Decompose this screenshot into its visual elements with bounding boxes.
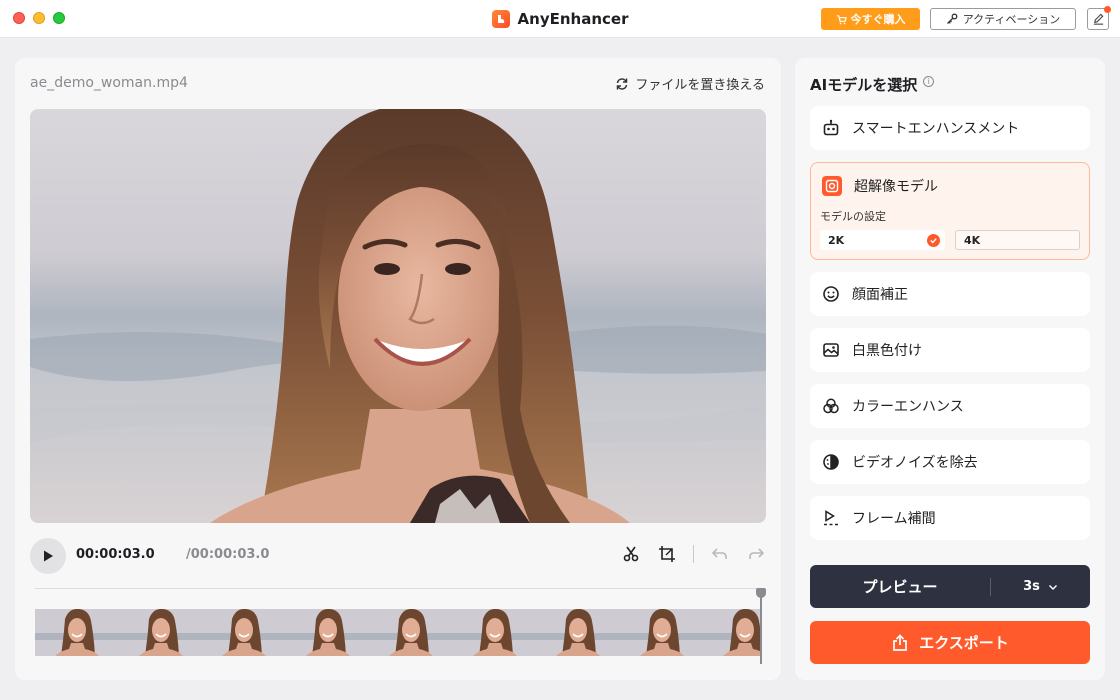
refresh-icon — [617, 77, 628, 90]
frame-interpolation-icon — [822, 509, 840, 527]
undo-icon[interactable] — [710, 544, 730, 564]
replace-file-label: ファイルを置き換える — [635, 78, 765, 93]
model-label: フレーム補間 — [852, 511, 936, 527]
current-time: 00:00:03.0 — [76, 547, 155, 562]
model-smart-enhance[interactable]: スマートエンハンスメント — [810, 106, 1090, 150]
robot-icon — [822, 119, 840, 137]
model-frame-interpolation[interactable]: フレーム補間 — [810, 496, 1090, 540]
crop-icon[interactable] — [657, 544, 677, 564]
app-title-text: AnyEnhancer — [517, 10, 629, 28]
model-super-resolution[interactable]: 超解像モデル モデルの設定 2K 4K — [810, 162, 1090, 260]
filmstrip-frame — [118, 609, 202, 656]
redo-icon[interactable] — [746, 544, 766, 564]
filmstrip-frame — [35, 609, 119, 656]
resolution-option-4k[interactable]: 4K — [955, 230, 1080, 250]
chevron-down-icon — [1048, 584, 1057, 590]
app-logo-icon — [491, 10, 510, 28]
zoom-window-button[interactable] — [53, 12, 65, 24]
ai-model-title-text: AIモデルを選択 — [810, 76, 918, 94]
notification-dot — [1104, 6, 1111, 13]
total-time: /00:00:03.0 — [186, 547, 270, 562]
timeline-filmstrip[interactable] — [35, 609, 761, 656]
filmstrip-frame — [452, 609, 536, 656]
denoise-icon — [822, 453, 840, 471]
model-label: 超解像モデル — [854, 178, 938, 195]
filmstrip-frame — [202, 609, 286, 656]
export-label: エクスポート — [919, 634, 1009, 652]
model-color-enhance[interactable]: カラーエンハンス — [810, 384, 1090, 428]
file-name: ae_demo_woman.mp4 — [30, 75, 188, 91]
model-label: 顔面補正 — [852, 287, 908, 303]
editor-panel: ae_demo_woman.mp4 ファイルを置き換える 00:00:03.0 … — [15, 58, 781, 680]
play-icon — [44, 550, 53, 562]
filmstrip-frame — [536, 609, 620, 656]
video-preview[interactable] — [30, 109, 766, 523]
activate-button[interactable]: アクティベーション — [930, 8, 1076, 30]
edit-note-icon — [1093, 13, 1103, 25]
resolution-option-2k[interactable]: 2K — [820, 230, 945, 250]
export-button[interactable]: エクスポート — [810, 621, 1090, 664]
play-button[interactable] — [30, 538, 66, 574]
cart-icon — [836, 14, 847, 24]
filmstrip-frame — [703, 609, 761, 656]
close-window-button[interactable] — [13, 12, 25, 24]
resolution-label: 2K — [828, 233, 845, 247]
model-video-denoise[interactable]: ビデオノイズを除去 — [810, 440, 1090, 484]
model-setting-label: モデルの設定 — [820, 210, 886, 223]
resolution-label: 4K — [964, 233, 981, 247]
preview-duration-value: 3s — [1023, 579, 1040, 594]
scissors-icon[interactable] — [621, 544, 641, 564]
title-bar: AnyEnhancer 今すぐ購入 アクティベーション — [0, 0, 1120, 38]
model-face-enhance[interactable]: 顔面補正 — [810, 272, 1090, 316]
key-icon — [946, 13, 958, 24]
activate-label: アクティベーション — [962, 13, 1061, 26]
check-icon — [927, 233, 940, 247]
replace-file-button[interactable]: ファイルを置き換える — [615, 74, 765, 93]
minimize-window-button[interactable] — [33, 12, 45, 24]
info-icon[interactable]: i — [923, 76, 935, 87]
resolution-options: 2K 4K — [811, 230, 1080, 250]
buy-now-label: 今すぐ購入 — [850, 13, 906, 26]
colorize-icon — [822, 341, 840, 359]
toolbar-divider — [693, 545, 694, 563]
playback-controls: 00:00:03.0 /00:00:03.0 — [30, 536, 766, 576]
model-label: カラーエンハンス — [852, 399, 964, 415]
filmstrip-frame — [619, 609, 703, 656]
model-colorize[interactable]: 白黒色付け — [810, 328, 1090, 372]
preview-duration-select[interactable]: 3s — [991, 565, 1090, 608]
edit-tools — [621, 544, 766, 564]
export-icon — [893, 633, 908, 651]
video-frame-image — [30, 109, 766, 523]
model-label: 白黒色付け — [852, 343, 922, 359]
model-label: スマートエンハンスメント — [852, 121, 1020, 137]
ai-model-panel: AIモデルを選択 i スマートエンハンスメント 超解像モデル モデルの設定 2K… — [795, 58, 1105, 680]
color-enhance-icon — [822, 397, 840, 415]
model-label: ビデオノイズを除去 — [852, 455, 978, 471]
preview-label: プレビュー — [862, 578, 938, 596]
playhead-handle[interactable] — [756, 588, 766, 598]
active-model-header: 超解像モデル — [811, 163, 938, 199]
preview-button[interactable]: プレビュー 3s — [810, 565, 1090, 608]
window-controls — [13, 12, 65, 24]
playhead[interactable] — [760, 588, 762, 664]
buy-now-button[interactable]: 今すぐ購入 — [821, 8, 920, 30]
filmstrip-frame — [369, 609, 453, 656]
face-icon — [822, 285, 840, 303]
filmstrip-frame — [285, 609, 369, 656]
ai-model-title: AIモデルを選択 i — [810, 74, 935, 95]
feedback-button[interactable] — [1087, 6, 1111, 30]
super-resolution-icon — [822, 175, 842, 196]
timeline-track[interactable] — [35, 588, 761, 589]
